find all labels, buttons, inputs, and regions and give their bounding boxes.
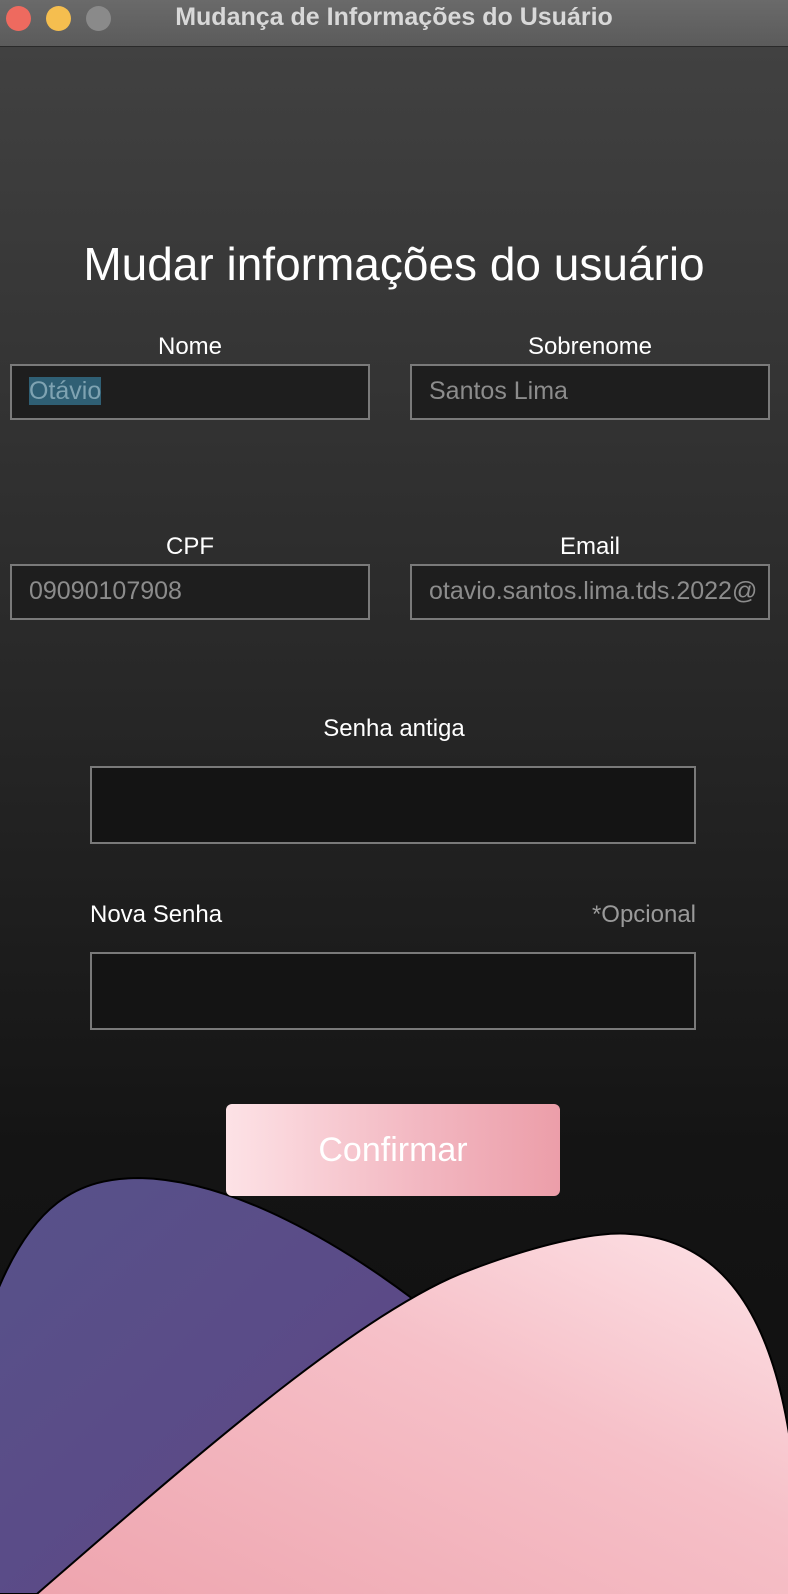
optional-hint: *Opcional <box>591 901 696 928</box>
nome-field[interactable]: Otávio <box>10 364 370 420</box>
pink-blob-shape <box>35 1232 788 1594</box>
page-heading: Mudar informações do usuário <box>83 238 705 290</box>
sobrenome-field[interactable]: Santos Lima <box>410 364 770 420</box>
app-window: Mudança de Informações do Usuário Mudar … <box>0 0 788 1594</box>
nome-field-value: Otávio <box>29 377 102 405</box>
senha-antiga-field[interactable] <box>90 766 696 844</box>
confirm-button[interactable]: Confirmar <box>226 1104 560 1196</box>
email-field[interactable]: otavio.santos.lima.tds.2022@ <box>410 564 770 620</box>
email-label: Email <box>559 533 620 560</box>
nova-senha-label: Nova Senha <box>90 901 223 928</box>
purple-blob-shape <box>0 1176 442 1594</box>
minimize-window-icon[interactable] <box>46 6 71 31</box>
nome-label: Nome <box>157 333 223 360</box>
maximize-window-icon[interactable] <box>86 6 111 31</box>
senha-antiga-label: Senha antiga <box>323 715 465 742</box>
window-title: Mudança de Informações do Usuário <box>175 3 613 31</box>
close-window-icon[interactable] <box>6 6 31 31</box>
sobrenome-label: Sobrenome <box>527 333 653 360</box>
cpf-label: CPF <box>166 533 214 560</box>
nova-senha-field[interactable] <box>90 952 696 1030</box>
title-bar[interactable]: Mudança de Informações do Usuário <box>0 0 788 47</box>
cpf-field[interactable]: 09090107908 <box>10 564 370 620</box>
